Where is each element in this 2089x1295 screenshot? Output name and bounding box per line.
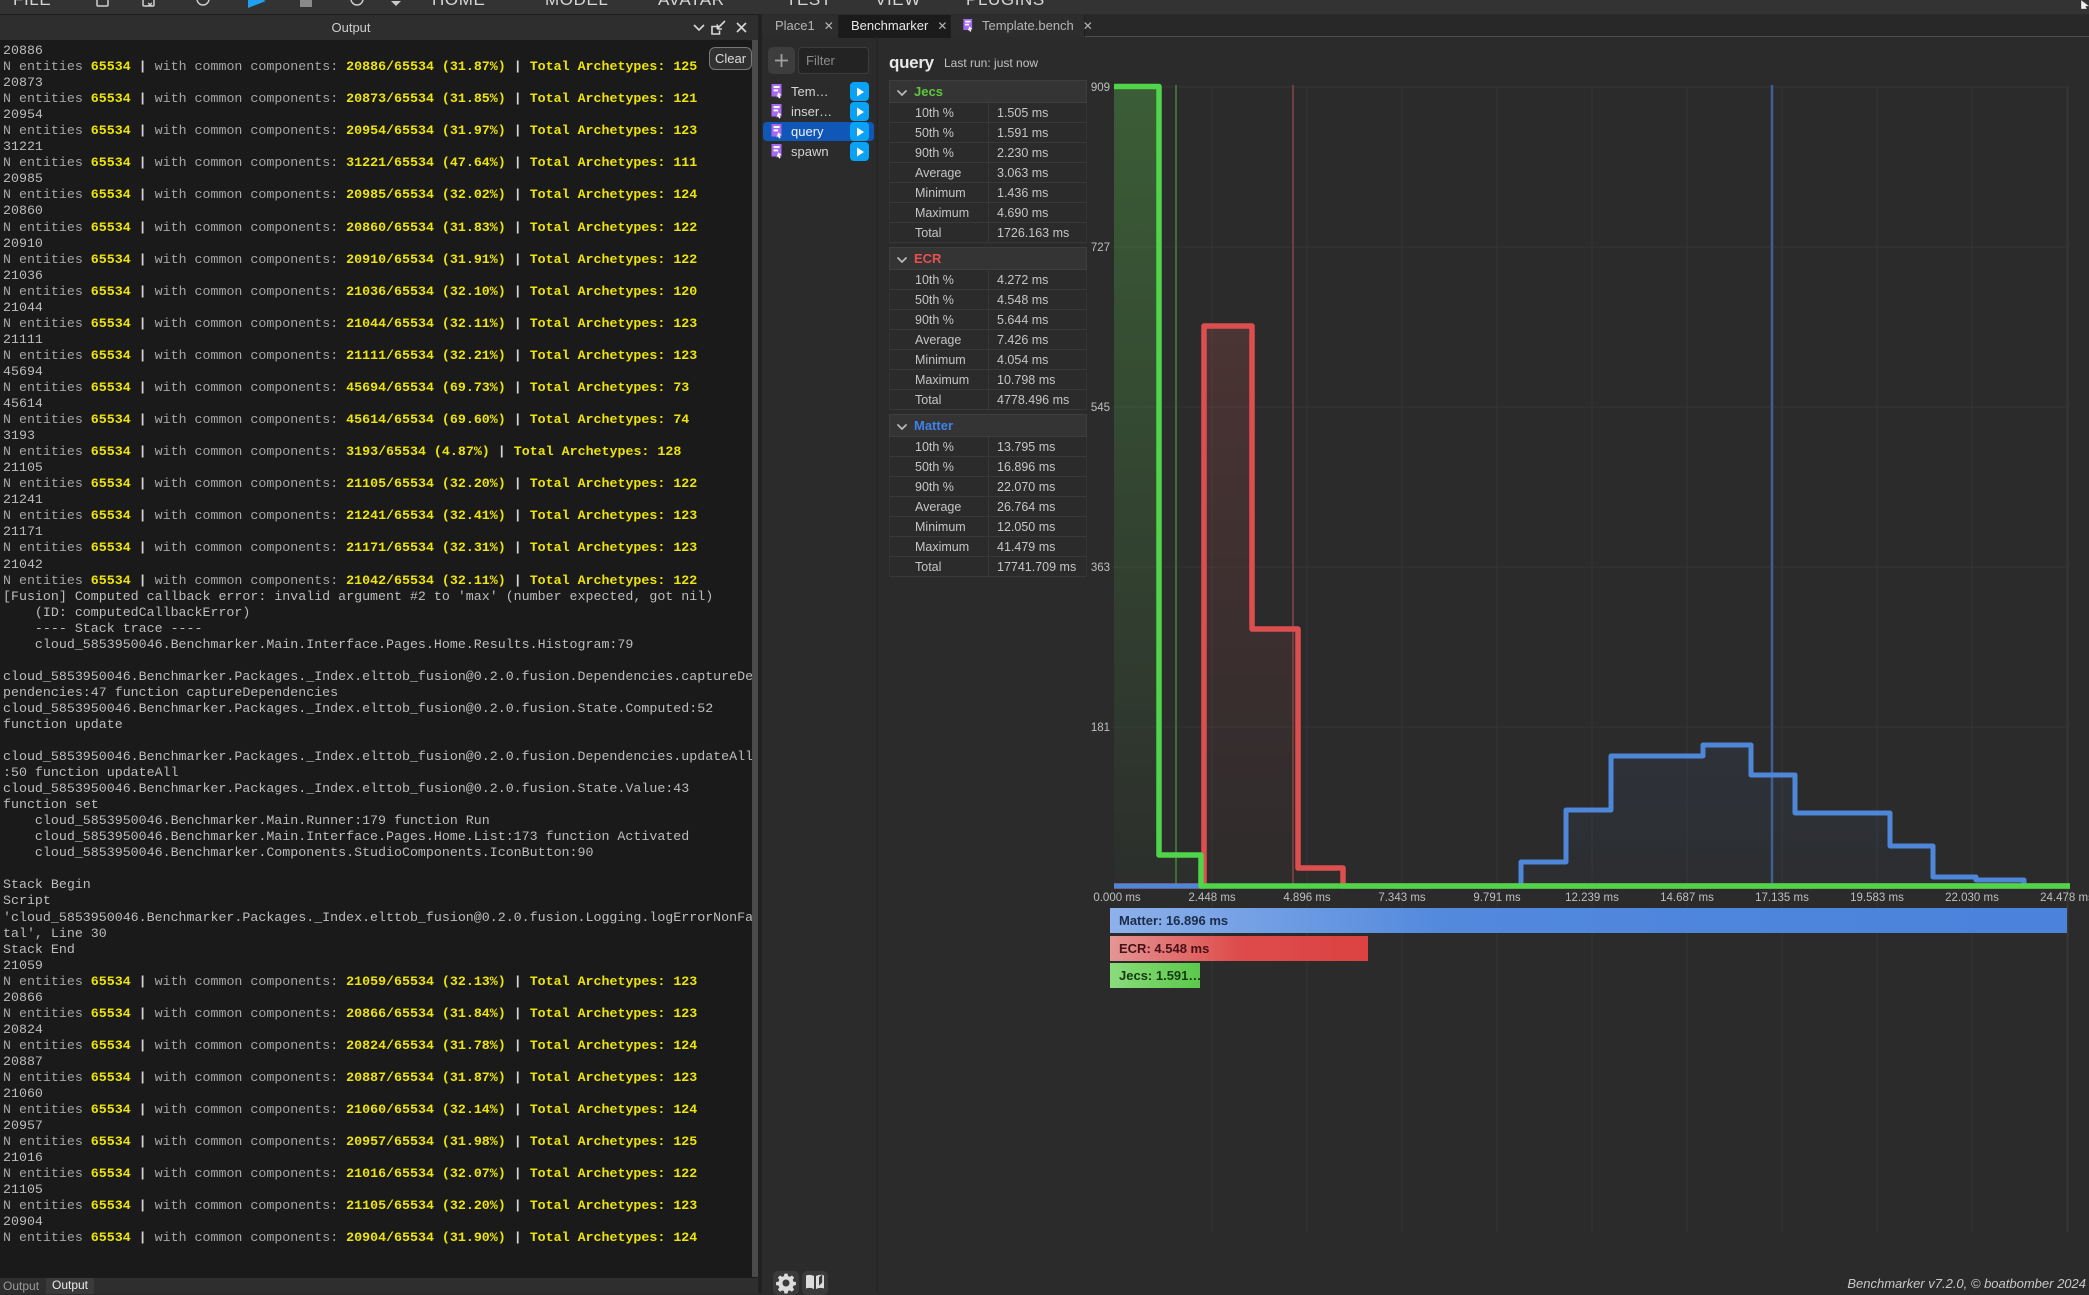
svg-text:363: 363 (1091, 562, 1110, 574)
svg-text:4.896 ms: 4.896 ms (1283, 892, 1331, 904)
svg-text:24.478 ms: 24.478 ms (2040, 892, 2089, 904)
svg-text:Jecs: 1.591…: Jecs: 1.591… (1119, 968, 1201, 983)
svg-text:19.583 ms: 19.583 ms (1850, 892, 1904, 904)
svg-text:Matter: 16.896 ms: Matter: 16.896 ms (1119, 913, 1228, 928)
svg-text:9.791 ms: 9.791 ms (1473, 892, 1521, 904)
svg-text:ECR: 4.548 ms: ECR: 4.548 ms (1119, 941, 1209, 956)
svg-text:17.135 ms: 17.135 ms (1755, 892, 1809, 904)
svg-text:12.239 ms: 12.239 ms (1565, 892, 1619, 904)
svg-text:909: 909 (1091, 82, 1110, 94)
svg-text:181: 181 (1091, 722, 1110, 734)
svg-text:727: 727 (1091, 242, 1110, 254)
svg-text:22.030 ms: 22.030 ms (1945, 892, 1999, 904)
svg-text:2.448 ms: 2.448 ms (1188, 892, 1236, 904)
svg-text:545: 545 (1091, 402, 1110, 414)
svg-text:7.343 ms: 7.343 ms (1378, 892, 1426, 904)
svg-text:14.687 ms: 14.687 ms (1660, 892, 1714, 904)
svg-text:0.000 ms: 0.000 ms (1093, 892, 1141, 904)
